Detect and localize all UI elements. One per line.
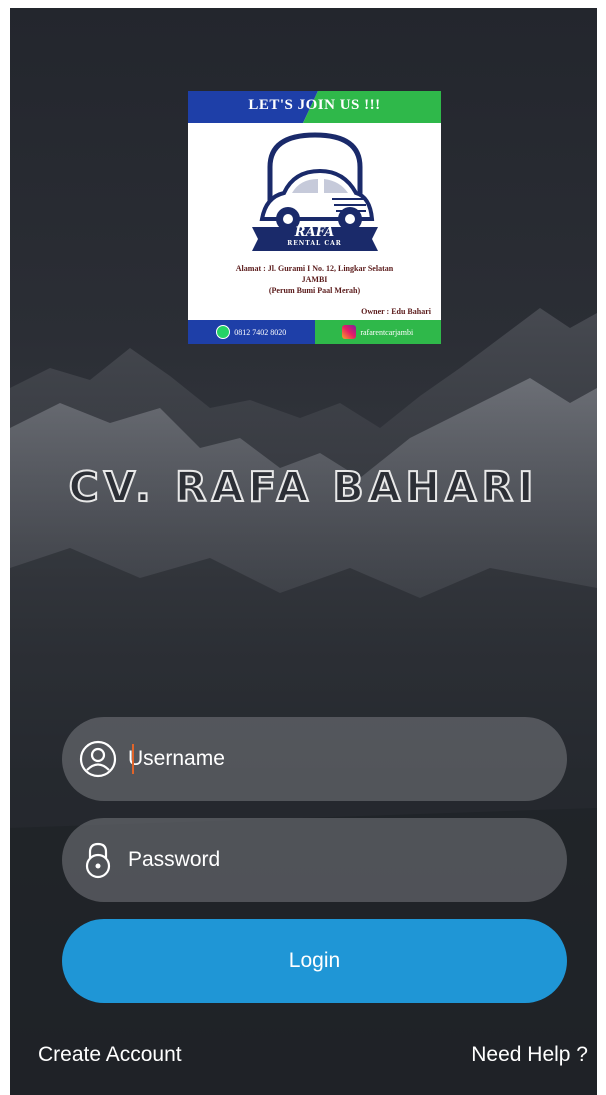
company-address: Alamat : Jl. Gurami I No. 12, Lingkar Se…	[198, 263, 431, 296]
instagram-contact: rafarentcarjambi	[314, 320, 441, 344]
company-logo-card: LET'S JOIN US !!! RAFA RENTAL CAR Alamat…	[188, 91, 441, 344]
password-input[interactable]	[128, 840, 548, 880]
user-icon	[79, 740, 117, 778]
address-line-1: Alamat : Jl. Gurami I No. 12, Lingkar Se…	[235, 264, 394, 273]
phone-number: 0812 7402 8020	[234, 327, 287, 337]
instagram-icon	[342, 325, 357, 339]
logo-banner-text: LET'S JOIN US !!!	[248, 97, 381, 113]
instagram-handle: rafarentcarjambi	[360, 327, 414, 337]
company-owner: Owner : Edu Bahari	[361, 307, 431, 316]
password-field[interactable]	[62, 818, 567, 902]
app-title: CV. RAFA BAHARI	[68, 462, 539, 512]
address-line-2: JAMBI	[301, 275, 328, 284]
logo-contact-bar: 0812 7402 8020 rafarentcarjambi	[188, 320, 441, 344]
address-line-3: (Perum Bumi Paal Merah)	[268, 286, 361, 295]
need-help-link[interactable]: Need Help ?	[471, 1043, 588, 1067]
text-caret	[132, 744, 134, 774]
login-screen: LET'S JOIN US !!! RAFA RENTAL CAR Alamat…	[10, 8, 597, 1095]
brand-name: RAFA	[294, 225, 335, 240]
whatsapp-contact: 0812 7402 8020	[188, 320, 315, 344]
whatsapp-icon	[216, 325, 231, 339]
create-account-link[interactable]: Create Account	[38, 1043, 182, 1067]
brand-tagline: RENTAL CAR	[287, 240, 342, 247]
username-input[interactable]	[128, 739, 548, 779]
lock-icon	[85, 842, 111, 879]
username-field[interactable]	[62, 717, 567, 801]
login-button[interactable]: Login	[62, 919, 567, 1003]
